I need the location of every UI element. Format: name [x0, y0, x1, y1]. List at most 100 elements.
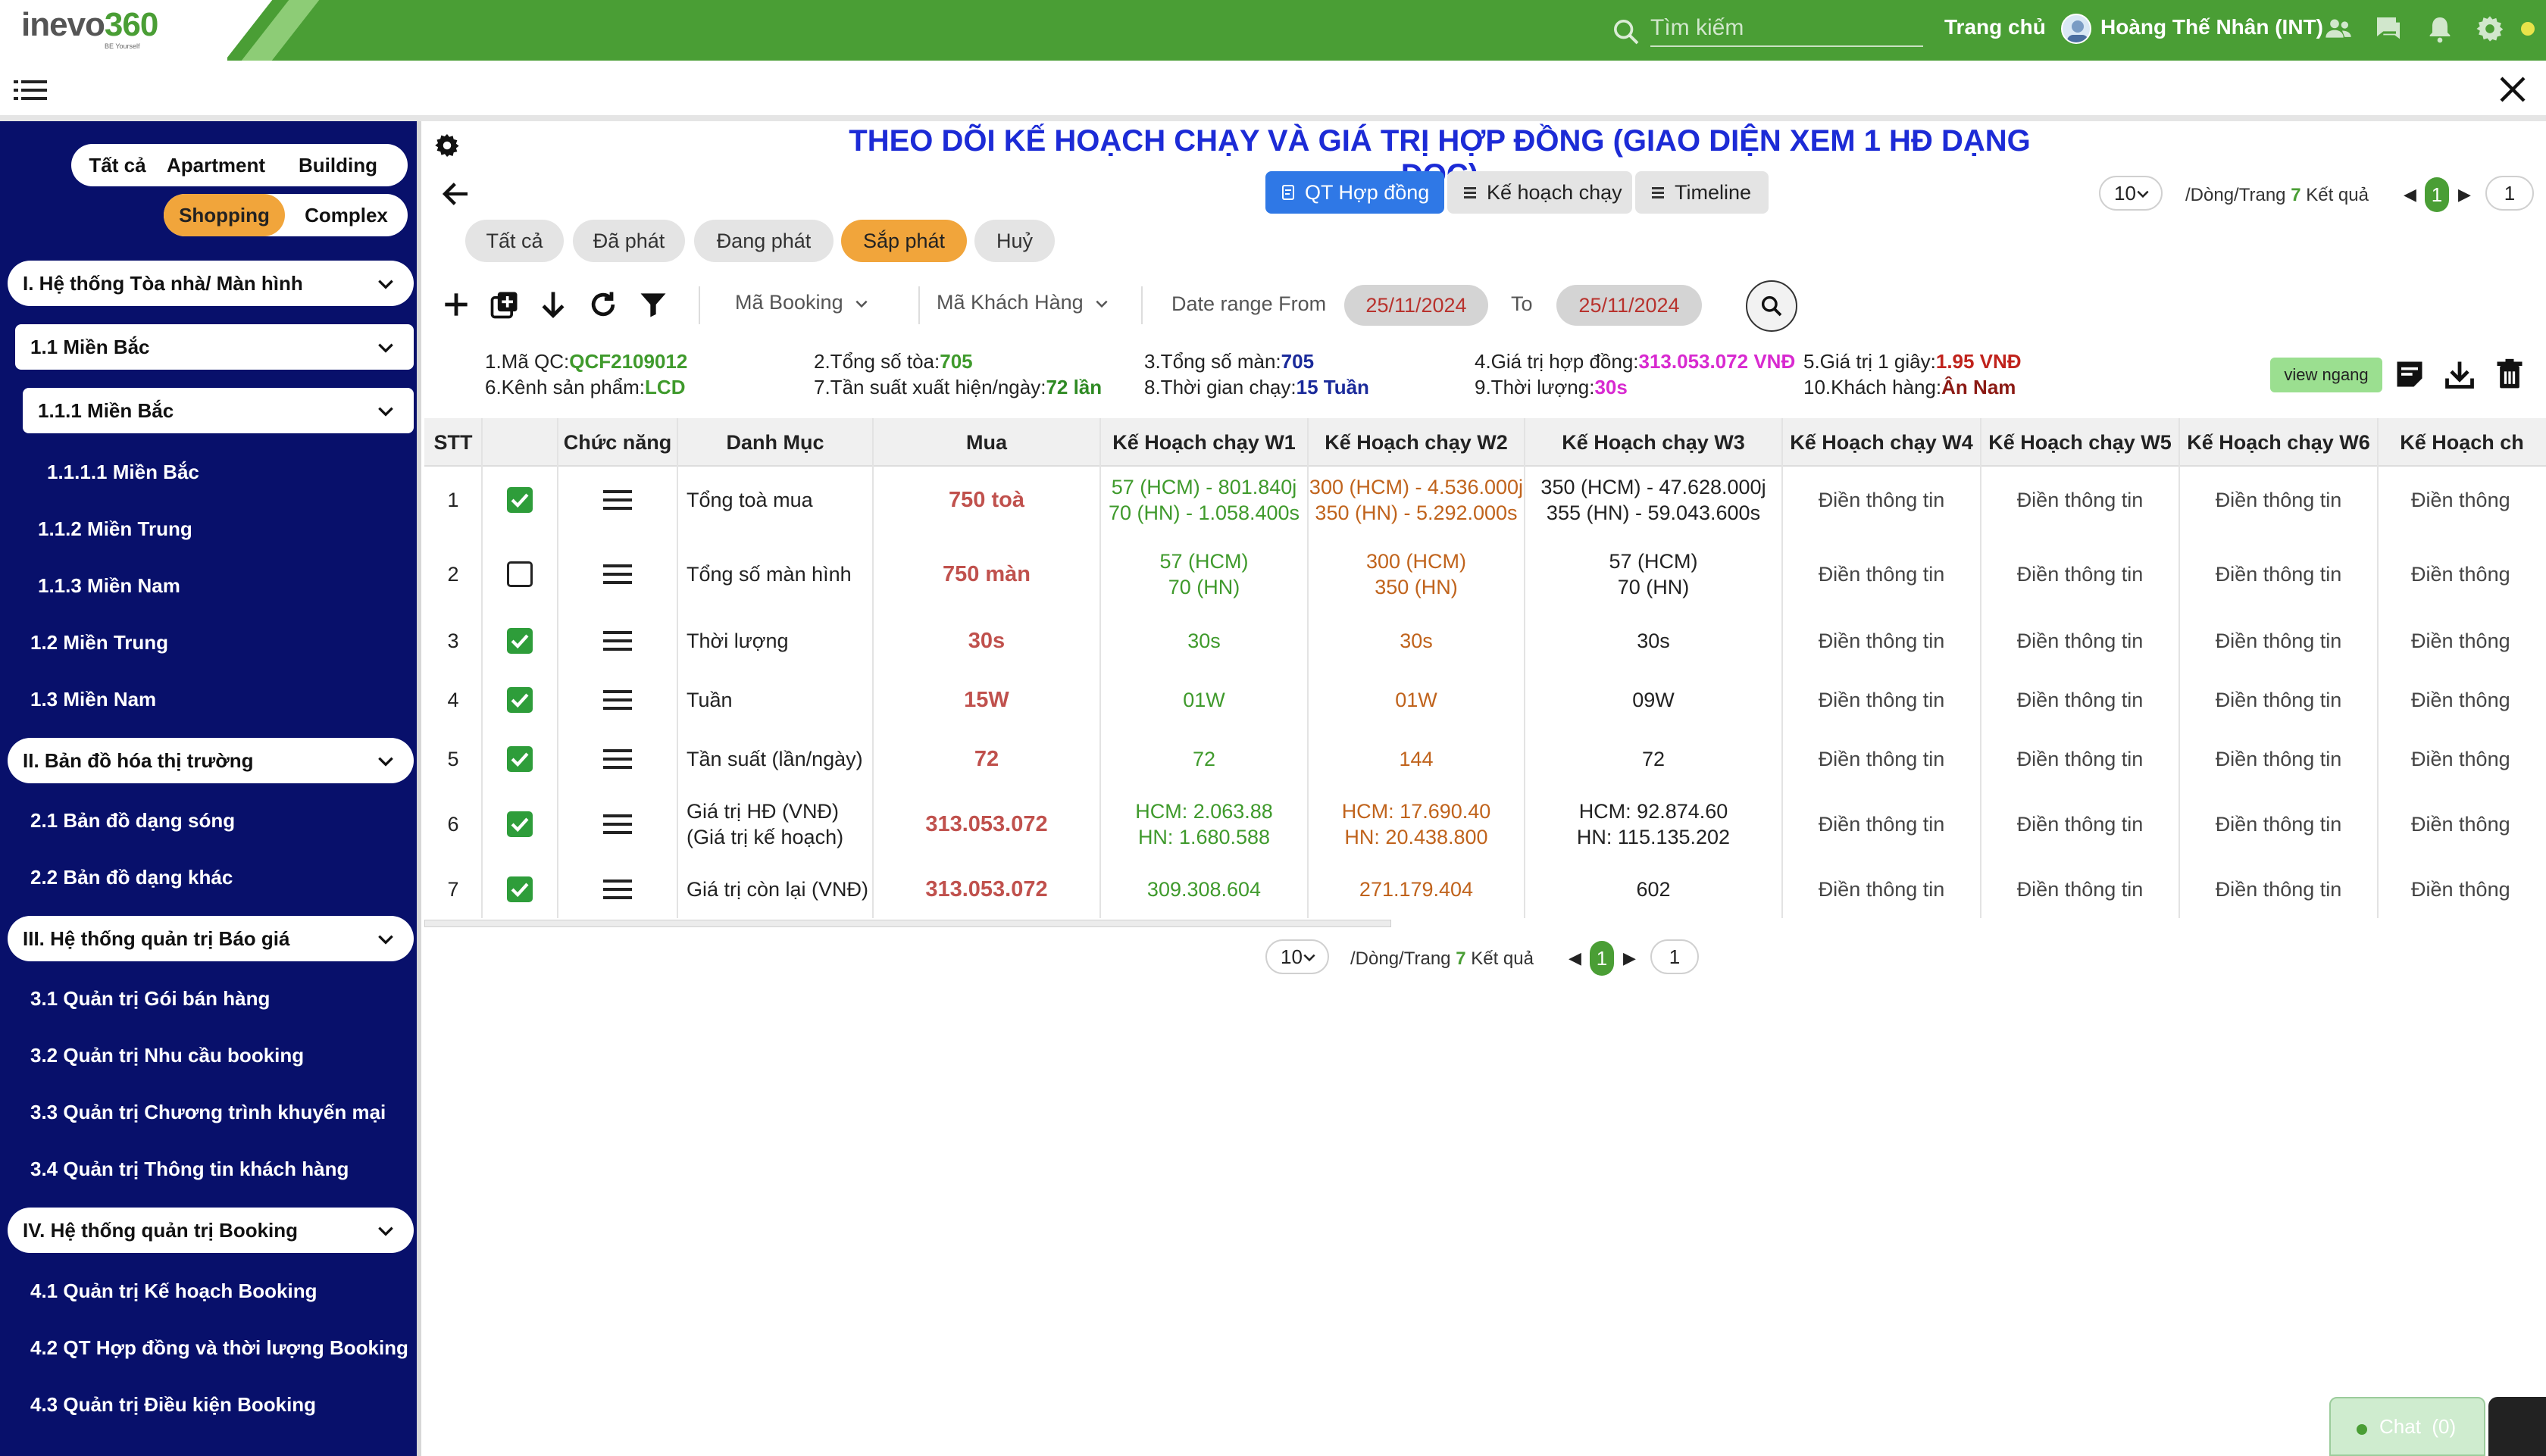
page-size-select[interactable]: 10	[2099, 176, 2163, 211]
row-input-w5[interactable]: Điền thông tin	[1981, 876, 2179, 902]
download-arrow-icon[interactable]	[536, 288, 570, 321]
sidebar-item-4-1[interactable]: 4.1 Quản trị Kế hoạch Booking	[30, 1279, 317, 1303]
sidebar-item-2-2[interactable]: 2.2 Bản đồ dạng khác	[30, 866, 233, 889]
row-input-w6[interactable]: Điền thông tin	[2179, 876, 2378, 902]
search-button[interactable]	[1746, 280, 1797, 332]
filter-complex[interactable]: Complex	[285, 194, 408, 236]
date-to-input[interactable]: 25/11/2024	[1556, 285, 1702, 326]
status-tab-tat-ca[interactable]: Tất cả	[465, 220, 564, 262]
row-input-w4[interactable]: Điền thông tin	[1782, 811, 1981, 837]
add-multiple-icon[interactable]	[488, 288, 521, 321]
filter-icon[interactable]	[636, 288, 670, 321]
filter-apartment[interactable]: Apartment	[159, 144, 273, 186]
row-input-w5[interactable]: Điền thông tin	[1981, 687, 2179, 713]
date-from-input[interactable]: 25/11/2024	[1344, 285, 1488, 326]
row-checkbox[interactable]	[507, 746, 533, 772]
booking-filter[interactable]: Mã Booking	[735, 291, 869, 314]
sidebar-section-4[interactable]: IV. Hệ thống quản trị Booking	[8, 1208, 414, 1253]
sidebar-section-1[interactable]: I. Hệ thống Tòa nhà/ Màn hình	[8, 261, 414, 306]
next-page-icon[interactable]: ▶	[2458, 185, 2471, 205]
chat-icon[interactable]	[2373, 14, 2404, 44]
row-menu-icon[interactable]	[603, 748, 632, 770]
corner-widget[interactable]	[2488, 1397, 2546, 1456]
row-menu-icon[interactable]	[603, 489, 632, 511]
row-menu-icon[interactable]	[603, 814, 632, 835]
sidebar-item-1-1-3[interactable]: 1.1.3 Miền Nam	[38, 574, 180, 598]
row-menu-icon[interactable]	[603, 630, 632, 651]
menu-icon[interactable]	[14, 79, 47, 102]
sidebar-item-3-4[interactable]: 3.4 Quản trị Thông tin khách hàng	[30, 1158, 349, 1181]
status-tab-dang-phat[interactable]: Đang phát	[694, 220, 834, 262]
user-name[interactable]: Hoàng Thế Nhân (INT)	[2100, 15, 2323, 39]
row-input-w5[interactable]: Điền thông tin	[1981, 811, 2179, 837]
settings-icon[interactable]	[433, 132, 461, 159]
row-input-w5[interactable]: Điền thông tin	[1981, 628, 2179, 654]
prev-page-icon[interactable]: ◀	[2404, 185, 2416, 205]
sidebar-item-3-1[interactable]: 3.1 Quản trị Gói bán hàng	[30, 987, 270, 1011]
row-input-w6[interactable]: Điền thông tin	[2179, 628, 2378, 654]
row-checkbox[interactable]	[507, 687, 533, 713]
home-link[interactable]: Trang chủ	[1944, 15, 2046, 39]
sidebar-item-3-2[interactable]: 3.2 Quản trị Nhu cầu booking	[30, 1044, 304, 1067]
note-icon[interactable]	[2393, 358, 2426, 391]
sidebar-item-3-3[interactable]: 3.3 Quản trị Chương trình khuyến mại	[30, 1101, 386, 1124]
filter-tat-ca[interactable]: Tất cả	[76, 144, 159, 186]
sidebar-item-1-1-1-1[interactable]: 1.1.1.1 Miền Bắc	[47, 461, 199, 484]
avatar[interactable]	[2061, 14, 2091, 44]
horizontal-scrollbar[interactable]	[424, 920, 1391, 927]
row-input-w4[interactable]: Điền thông tin	[1782, 561, 1981, 587]
sidebar-item-4-3[interactable]: 4.3 Quản trị Điều kiện Booking	[30, 1393, 316, 1417]
users-icon[interactable]	[2323, 14, 2354, 44]
row-input-w4[interactable]: Điền thông tin	[1782, 628, 1981, 654]
row-menu-icon[interactable]	[603, 879, 632, 900]
sidebar-sub-1-1-1[interactable]: 1.1.1 Miền Bắc	[23, 388, 414, 433]
row-input-w4[interactable]: Điền thông tin	[1782, 746, 1981, 772]
close-icon[interactable]	[2498, 74, 2528, 105]
sidebar-section-3[interactable]: III. Hệ thống quản trị Báo giá	[8, 916, 414, 961]
customer-filter[interactable]: Mã Khách Hàng	[937, 291, 1109, 314]
sidebar-section-2[interactable]: II. Bản đồ hóa thị trường	[8, 738, 414, 783]
prev-page-icon[interactable]: ◀	[1569, 948, 1581, 968]
search-input[interactable]: Tìm kiếm	[1650, 11, 1923, 47]
sidebar-item-1-3[interactable]: 1.3 Miền Nam	[30, 688, 156, 711]
row-input-w6[interactable]: Điền thông tin	[2179, 746, 2378, 772]
row-input-w7[interactable]: Điền thông	[2411, 487, 2546, 513]
status-tab-huy[interactable]: Huỷ	[974, 220, 1055, 262]
page-size-select-bottom[interactable]: 10	[1265, 939, 1329, 974]
row-input-w4[interactable]: Điền thông tin	[1782, 876, 1981, 902]
row-input-w7[interactable]: Điền thông	[2411, 561, 2546, 587]
row-input-w5[interactable]: Điền thông tin	[1981, 561, 2179, 587]
row-input-w5[interactable]: Điền thông tin	[1981, 487, 2179, 513]
view-horizontal-button[interactable]: view ngang	[2270, 358, 2382, 392]
tab-qt-hop-dong[interactable]: QT Hợp đồng	[1265, 171, 1444, 214]
bell-icon[interactable]	[2425, 14, 2455, 44]
row-input-w7[interactable]: Điền thông	[2411, 628, 2546, 654]
row-input-w6[interactable]: Điền thông tin	[2179, 811, 2378, 837]
trash-icon[interactable]	[2493, 358, 2526, 391]
status-tab-sap-phat[interactable]: Sắp phát	[841, 220, 967, 262]
download-icon[interactable]	[2443, 358, 2476, 391]
back-arrow-icon[interactable]	[441, 179, 471, 209]
row-input-w4[interactable]: Điền thông tin	[1782, 687, 1981, 713]
row-input-w7[interactable]: Điền thông	[2411, 746, 2546, 772]
filter-building[interactable]: Building	[273, 144, 403, 186]
row-input-w7[interactable]: Điền thông	[2411, 687, 2546, 713]
row-checkbox[interactable]	[507, 628, 533, 654]
row-checkbox[interactable]	[507, 876, 533, 902]
row-input-w6[interactable]: Điền thông tin	[2179, 561, 2378, 587]
row-input-w6[interactable]: Điền thông tin	[2179, 487, 2378, 513]
current-page[interactable]: 1	[2425, 177, 2449, 212]
row-input-w7[interactable]: Điền thông	[2411, 876, 2546, 902]
row-checkbox[interactable]	[507, 811, 533, 837]
goto-page-input[interactable]: 1	[2485, 176, 2534, 211]
row-menu-icon[interactable]	[603, 564, 632, 585]
settings-icon[interactable]	[2475, 14, 2505, 44]
chat-widget[interactable]: Chat (0)	[2329, 1397, 2485, 1456]
refresh-icon[interactable]	[586, 288, 620, 321]
filter-shopping[interactable]: Shopping	[164, 194, 285, 236]
row-input-w7[interactable]: Điền thông	[2411, 811, 2546, 837]
row-checkbox[interactable]	[507, 561, 533, 587]
tab-ke-hoach-chay[interactable]: Kế hoạch chạy	[1447, 171, 1632, 214]
row-input-w4[interactable]: Điền thông tin	[1782, 487, 1981, 513]
tab-timeline[interactable]: Timeline	[1635, 171, 1769, 214]
